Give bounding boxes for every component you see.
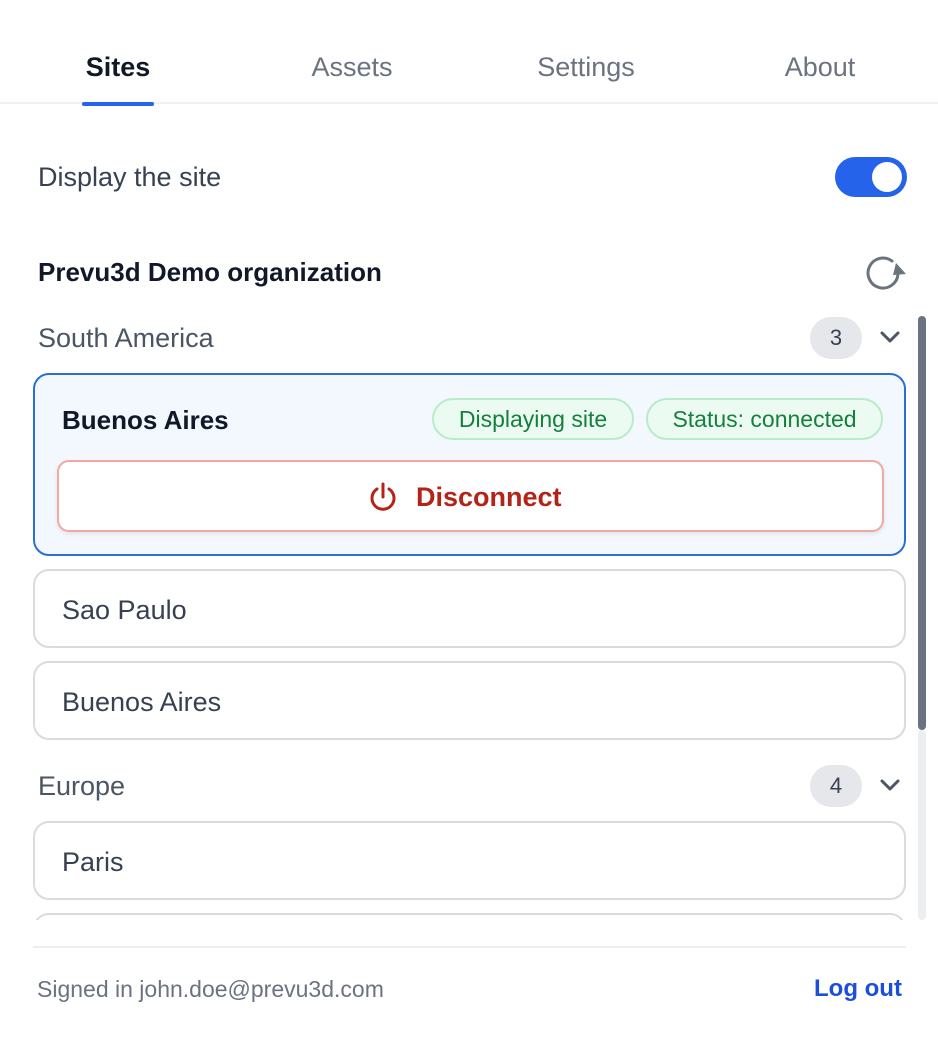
chevron-down-icon[interactable]: [876, 323, 904, 351]
footer-divider: [33, 946, 906, 948]
site-card-paris[interactable]: Paris: [33, 821, 906, 900]
scrollbar-track[interactable]: [918, 730, 926, 920]
group-count-badge: 4: [810, 765, 862, 807]
signed-in-text: Signed in john.doe@prevu3d.com: [37, 976, 384, 1002]
power-icon: [367, 481, 399, 513]
site-card-active[interactable]: Buenos Aires Displaying site Status: con…: [33, 373, 906, 556]
refresh-icon[interactable]: [862, 252, 908, 294]
app-window: Sites Assets Settings About Display the …: [0, 0, 938, 1040]
display-site-label: Display the site: [38, 162, 222, 192]
site-name: Sao Paulo: [62, 595, 187, 625]
disconnect-label: Disconnect: [416, 482, 562, 512]
chevron-down-icon[interactable]: [876, 771, 904, 799]
site-list[interactable]: South America 3 Buenos Aires Displaying …: [0, 310, 938, 920]
site-card-sao-paulo[interactable]: Sao Paulo: [33, 569, 906, 648]
organization-name: Prevu3d Demo organization: [38, 257, 382, 287]
tab-bar: Sites Assets Settings About: [0, 0, 938, 106]
status-badge: Status: connected: [646, 398, 883, 440]
disconnect-button[interactable]: Disconnect: [57, 460, 884, 532]
active-site-name: Buenos Aires: [62, 405, 229, 435]
group-count-badge: 3: [810, 317, 862, 359]
scrollbar-thumb[interactable]: [918, 316, 926, 730]
displaying-site-badge: Displaying site: [432, 398, 634, 440]
group-header-south-america[interactable]: South America 3: [0, 313, 938, 363]
toggle-knob: [872, 162, 902, 192]
group-name: Europe: [38, 771, 126, 801]
tab-sites[interactable]: Sites: [82, 52, 154, 106]
group-name: South America: [38, 323, 214, 353]
group-header-europe[interactable]: Europe 4: [0, 761, 938, 811]
logout-link[interactable]: Log out: [814, 975, 902, 1003]
site-name: Paris: [62, 847, 124, 877]
site-name: Buenos Aires: [62, 687, 222, 717]
tab-about[interactable]: About: [776, 52, 864, 104]
site-card-partial[interactable]: [33, 913, 906, 920]
tab-assets[interactable]: Assets: [306, 52, 398, 104]
tab-settings[interactable]: Settings: [530, 52, 642, 104]
display-site-toggle[interactable]: [835, 157, 907, 197]
site-card-buenos-aires[interactable]: Buenos Aires: [33, 661, 906, 740]
